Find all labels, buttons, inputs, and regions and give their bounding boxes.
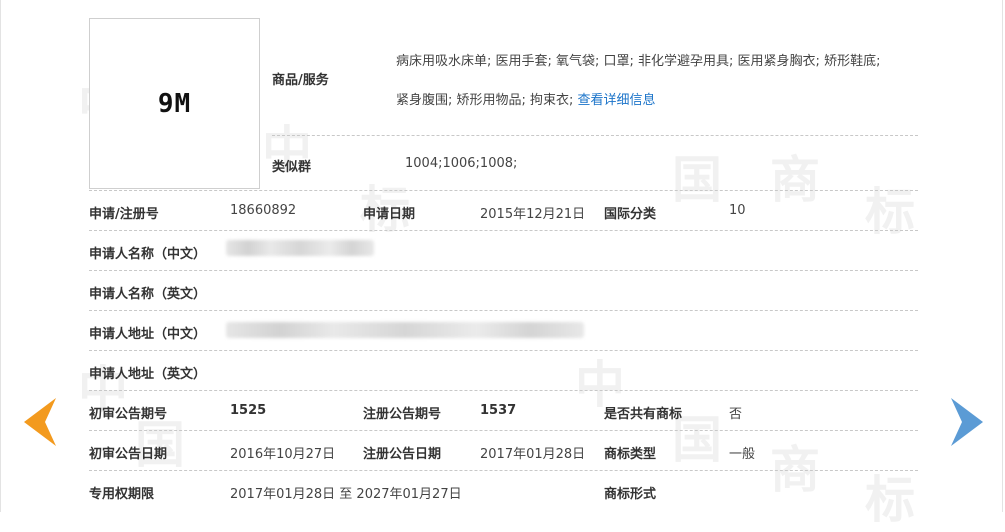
reg-no-label: 申请/注册号 [89, 207, 159, 222]
address-cn-label: 申请人地址（中文） [89, 327, 207, 342]
apply-date-label: 申请日期 [363, 207, 416, 222]
divider [272, 135, 918, 136]
divider [89, 190, 918, 191]
intl-class-label: 国际分类 [604, 207, 657, 222]
divider [89, 270, 918, 271]
tm-type-label: 商标类型 [604, 447, 657, 462]
divider [89, 230, 918, 231]
applicant-cn-redacted [226, 240, 374, 256]
reg-notice-date-label: 注册公告日期 [363, 447, 442, 462]
similar-group-label: 类似群 [272, 160, 312, 175]
prelim-no-value: 1525 [230, 403, 267, 418]
address-cn-redacted [226, 322, 584, 338]
trademark-logo-text: 9M [157, 88, 192, 119]
tm-form-label: 商标形式 [604, 487, 657, 502]
divider [89, 390, 918, 391]
exclusive-value: 2017年01月28日 至 2027年01月27日 [230, 487, 462, 502]
prelim-no-label: 初审公告期号 [89, 407, 168, 422]
divider [89, 310, 918, 311]
goods-line-2: 紧身腹围; 矫形用物品; 拘束衣; 查看详细信息 [396, 89, 656, 108]
prev-arrow-icon[interactable] [23, 397, 57, 447]
divider [89, 470, 918, 471]
applicant-en-label: 申请人名称（英文） [89, 287, 207, 302]
reg-notice-no-value: 1537 [480, 403, 517, 418]
tm-type-value: 一般 [729, 447, 756, 462]
reg-no-value: 18660892 [230, 203, 297, 218]
trademark-detail: 9M 商品/服务 病床用吸水床单; 医用手套; 氧气袋; 口罩; 非化学避孕用具… [0, 0, 1005, 512]
prelim-date-value: 2016年10月27日 [230, 447, 336, 462]
prelim-date-label: 初审公告日期 [89, 447, 168, 462]
goods-line-2-text: 紧身腹围; 矫形用物品; 拘束衣; [396, 93, 574, 108]
goods-line-1: 病床用吸水床单; 医用手套; 氧气袋; 口罩; 非化学避孕用具; 医用紧身胸衣;… [396, 54, 881, 69]
next-arrow-icon[interactable] [950, 397, 984, 447]
intl-class-value: 10 [729, 203, 746, 218]
divider [89, 350, 918, 351]
shared-value: 否 [729, 407, 743, 422]
address-en-label: 申请人地址（英文） [89, 367, 207, 382]
goods-label: 商品/服务 [272, 73, 329, 88]
reg-notice-date-value: 2017年01月28日 [480, 447, 586, 462]
divider [89, 430, 918, 431]
apply-date-value: 2015年12月21日 [480, 207, 586, 222]
exclusive-label: 专用权期限 [89, 487, 155, 502]
view-details-link[interactable]: 查看详细信息 [578, 93, 656, 108]
trademark-image[interactable]: 9M [89, 18, 260, 189]
similar-group-value: 1004;1006;1008; [405, 156, 518, 171]
shared-label: 是否共有商标 [604, 407, 683, 422]
applicant-cn-label: 申请人名称（中文） [89, 247, 207, 262]
reg-notice-no-label: 注册公告期号 [363, 407, 442, 422]
